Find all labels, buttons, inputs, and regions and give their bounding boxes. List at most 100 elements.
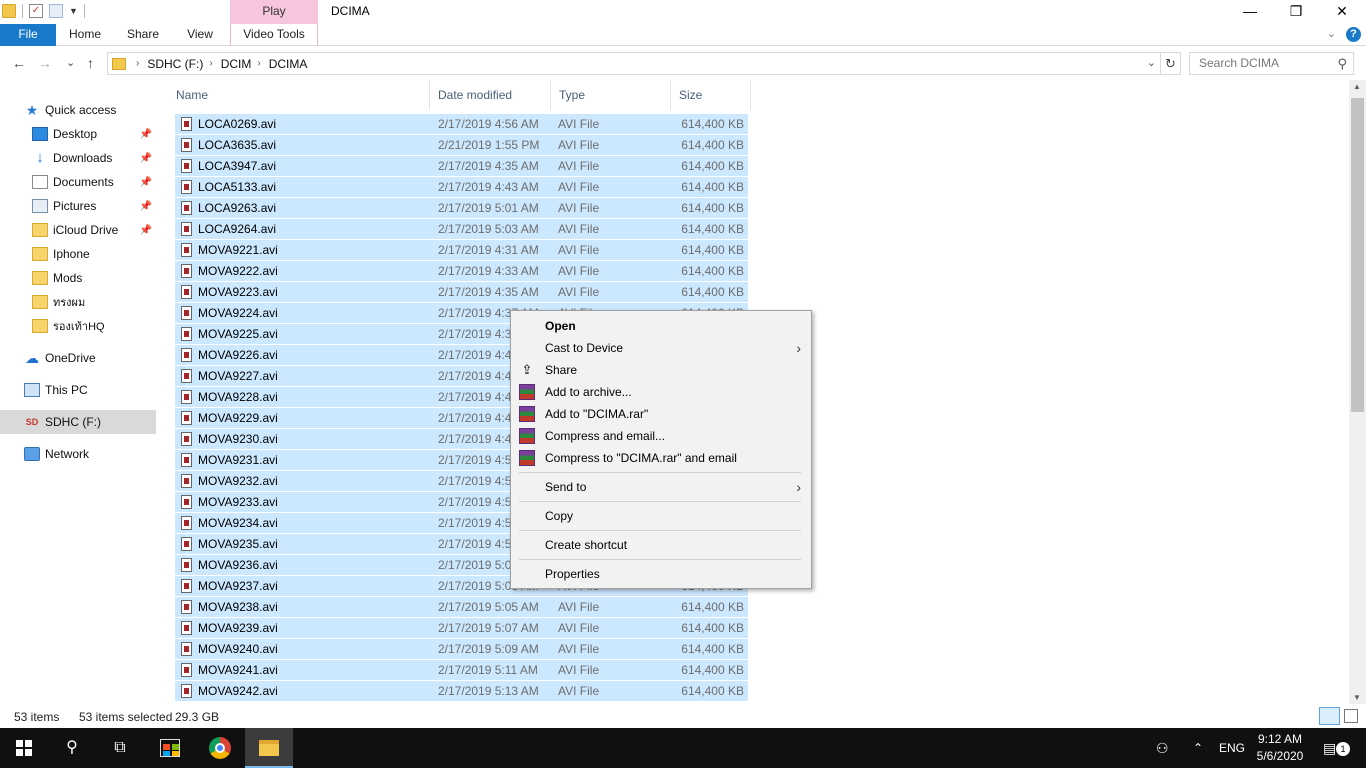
tab-video-tools[interactable]: Video Tools <box>230 24 318 46</box>
ribbon-expand-icon[interactable]: ⌄ <box>1327 27 1336 40</box>
column-header-name[interactable]: Name ^ <box>168 80 430 110</box>
close-button[interactable]: ✕ <box>1319 0 1365 24</box>
breadcrumb-separator[interactable]: › <box>209 58 212 69</box>
file-row[interactable]: LOCA3947.avi 2/17/2019 4:35 AM AVI File 614… <box>175 156 748 176</box>
column-header-date-modified[interactable]: Date modified <box>430 80 551 110</box>
winrar-icon <box>519 384 535 400</box>
menu-item-create-shortcut[interactable]: Create shortcut <box>513 534 809 556</box>
breadcrumb-separator[interactable]: › <box>257 58 260 69</box>
file-row[interactable]: LOCA9264.avi 2/17/2019 5:03 AM AVI File 614… <box>175 219 748 239</box>
menu-item-send-to[interactable]: Send to › <box>513 476 809 498</box>
menu-item-open[interactable]: Open <box>513 315 809 337</box>
breadcrumb-dcim[interactable]: DCIM <box>221 57 252 71</box>
breadcrumb-dcima[interactable]: DCIMA <box>269 57 308 71</box>
store-icon[interactable] <box>146 728 194 768</box>
file-row[interactable]: LOCA3635.avi 2/21/2019 1:55 PM AVI File 614… <box>175 135 748 155</box>
file-size: 614,400 KB <box>681 201 744 215</box>
sidebar-item-hairstyle[interactable]: ทรงผม <box>0 290 156 314</box>
forward-icon[interactable]: → <box>38 55 52 71</box>
file-row[interactable]: MOVA9221.avi 2/17/2019 4:31 AM AVI File 614… <box>175 240 748 260</box>
up-icon[interactable]: ↑ <box>87 55 94 71</box>
windows-start-icon[interactable] <box>0 728 48 768</box>
menu-item-add-to-archive[interactable]: Add to archive... <box>513 381 809 403</box>
file-type: AVI File <box>558 222 600 236</box>
language-indicator[interactable]: ENG <box>1219 728 1245 768</box>
menu-item-compress-and-email[interactable]: Compress and email... <box>513 425 809 447</box>
sidebar-item-network[interactable]: Network <box>0 442 156 466</box>
file-row[interactable]: MOVA9242.avi 2/17/2019 5:13 AM AVI File 614… <box>175 681 748 701</box>
file-size: 614,400 KB <box>681 600 744 614</box>
column-header-type[interactable]: Type <box>551 80 671 110</box>
search-input[interactable]: Search DCIMA ⚲ <box>1189 52 1354 75</box>
file-row[interactable]: LOCA0269.avi 2/17/2019 4:56 AM AVI File 614… <box>175 114 748 134</box>
address-dropdown-icon[interactable]: ⌄ <box>1147 56 1156 69</box>
back-icon[interactable]: ← <box>12 55 26 71</box>
menu-item-cast-to-device[interactable]: Cast to Device › <box>513 337 809 359</box>
file-row[interactable]: MOVA9240.avi 2/17/2019 5:09 AM AVI File 614… <box>175 639 748 659</box>
maximize-button[interactable]: ❐ <box>1273 0 1319 24</box>
menu-item-label: Compress to "DCIMA.rar" and email <box>545 451 737 465</box>
customize-toolbar-dropdown[interactable]: ▼ <box>69 6 78 16</box>
sidebar-item-shoes-hq[interactable]: รองเท้าHQ <box>0 314 156 338</box>
sidebar-item-downloads[interactable]: ↓ Downloads 📌 <box>0 146 156 170</box>
menu-item-properties[interactable]: Properties <box>513 563 809 585</box>
sidebar-item-mods[interactable]: Mods <box>0 266 156 290</box>
file-row[interactable]: MOVA9223.avi 2/17/2019 4:35 AM AVI File 614… <box>175 282 748 302</box>
clock[interactable]: 9:12 AM 5/6/2020 <box>1250 731 1310 765</box>
video-file-icon <box>181 285 192 299</box>
divider <box>22 4 23 18</box>
people-icon[interactable]: ⚇ <box>1156 728 1169 768</box>
sidebar-item-quick-access[interactable]: ★ Quick access <box>24 98 156 122</box>
refresh-icon[interactable]: ↻ <box>1161 52 1181 75</box>
search-icon[interactable]: ⚲ <box>48 728 96 768</box>
column-header-size[interactable]: Size <box>671 80 751 110</box>
sidebar-item-iphone[interactable]: Iphone <box>0 242 156 266</box>
large-icons-view-icon[interactable] <box>1344 709 1358 723</box>
file-row[interactable]: MOVA9238.avi 2/17/2019 5:05 AM AVI File 614… <box>175 597 748 617</box>
file-row[interactable]: MOVA9222.avi 2/17/2019 4:33 AM AVI File 614… <box>175 261 748 281</box>
notification-icon[interactable]: ▤ <box>1323 728 1336 768</box>
sidebar-item-desktop[interactable]: Desktop 📌 <box>0 122 156 146</box>
file-row[interactable]: MOVA9241.avi 2/17/2019 5:11 AM AVI File 614… <box>175 660 748 680</box>
scroll-down-icon[interactable]: ▼ <box>1353 693 1361 702</box>
tab-view[interactable]: View <box>175 24 225 46</box>
menu-item-compress-to-rar-and-email[interactable]: Compress to "DCIMA.rar" and email <box>513 447 809 469</box>
file-name: MOVA9224.avi <box>198 306 278 320</box>
file-row[interactable]: MOVA9239.avi 2/17/2019 5:07 AM AVI File 614… <box>175 618 748 638</box>
recent-locations-icon[interactable]: ⌄ <box>66 56 75 69</box>
sidebar-item-pictures[interactable]: Pictures 📌 <box>0 194 156 218</box>
address-bar[interactable]: › SDHC (F:) › DCIM › DCIMA ⌄ <box>107 52 1161 75</box>
menu-item-copy[interactable]: Copy <box>513 505 809 527</box>
file-date: 2/17/2019 5:01 AM <box>438 201 539 215</box>
minimize-button[interactable]: — <box>1227 0 1273 24</box>
scroll-up-icon[interactable]: ▲ <box>1353 82 1361 91</box>
scrollbar-thumb[interactable] <box>1351 98 1364 412</box>
new-folder-icon[interactable] <box>49 4 63 18</box>
tab-file[interactable]: File <box>0 24 56 46</box>
file-row[interactable]: LOCA9263.avi 2/17/2019 5:01 AM AVI File 614… <box>175 198 748 218</box>
menu-item-share[interactable]: ⇪ Share <box>513 359 809 381</box>
help-icon[interactable]: ? <box>1346 27 1361 42</box>
breadcrumb-separator[interactable]: › <box>136 58 139 69</box>
breadcrumb-sdhc[interactable]: SDHC (F:) <box>147 57 203 71</box>
tab-share[interactable]: Share <box>118 24 168 46</box>
vertical-scrollbar[interactable]: ▲ ▼ <box>1349 80 1366 704</box>
sidebar-item-sdhc[interactable]: SD SDHC (F:) <box>0 410 156 434</box>
tab-play[interactable]: Play <box>230 0 318 24</box>
menu-item-add-to-dcima-rar[interactable]: Add to "DCIMA.rar" <box>513 403 809 425</box>
tab-home[interactable]: Home <box>60 24 110 46</box>
sidebar-item-documents[interactable]: Documents 📌 <box>0 170 156 194</box>
notification-count: 1 <box>1336 742 1350 756</box>
file-row[interactable]: LOCA5133.avi 2/17/2019 4:43 AM AVI File 614… <box>175 177 748 197</box>
folder-icon[interactable] <box>2 4 16 18</box>
chevron-up-icon[interactable]: ⌃ <box>1193 728 1203 768</box>
task-view-icon[interactable]: ⧉ <box>96 728 144 768</box>
sidebar-item-this-pc[interactable]: This PC <box>0 378 156 402</box>
sidebar-item-icloud-drive[interactable]: iCloud Drive 📌 <box>0 218 156 242</box>
sidebar-item-onedrive[interactable]: ☁ OneDrive <box>0 346 156 370</box>
properties-icon[interactable]: ✓ <box>29 4 43 18</box>
details-view-icon[interactable] <box>1319 707 1340 725</box>
navigation-pane: ★ Quick access Desktop 📌 ↓ Downloads 📌 D… <box>0 80 158 704</box>
file-explorer-icon[interactable] <box>245 728 293 768</box>
chrome-icon[interactable] <box>196 728 244 768</box>
